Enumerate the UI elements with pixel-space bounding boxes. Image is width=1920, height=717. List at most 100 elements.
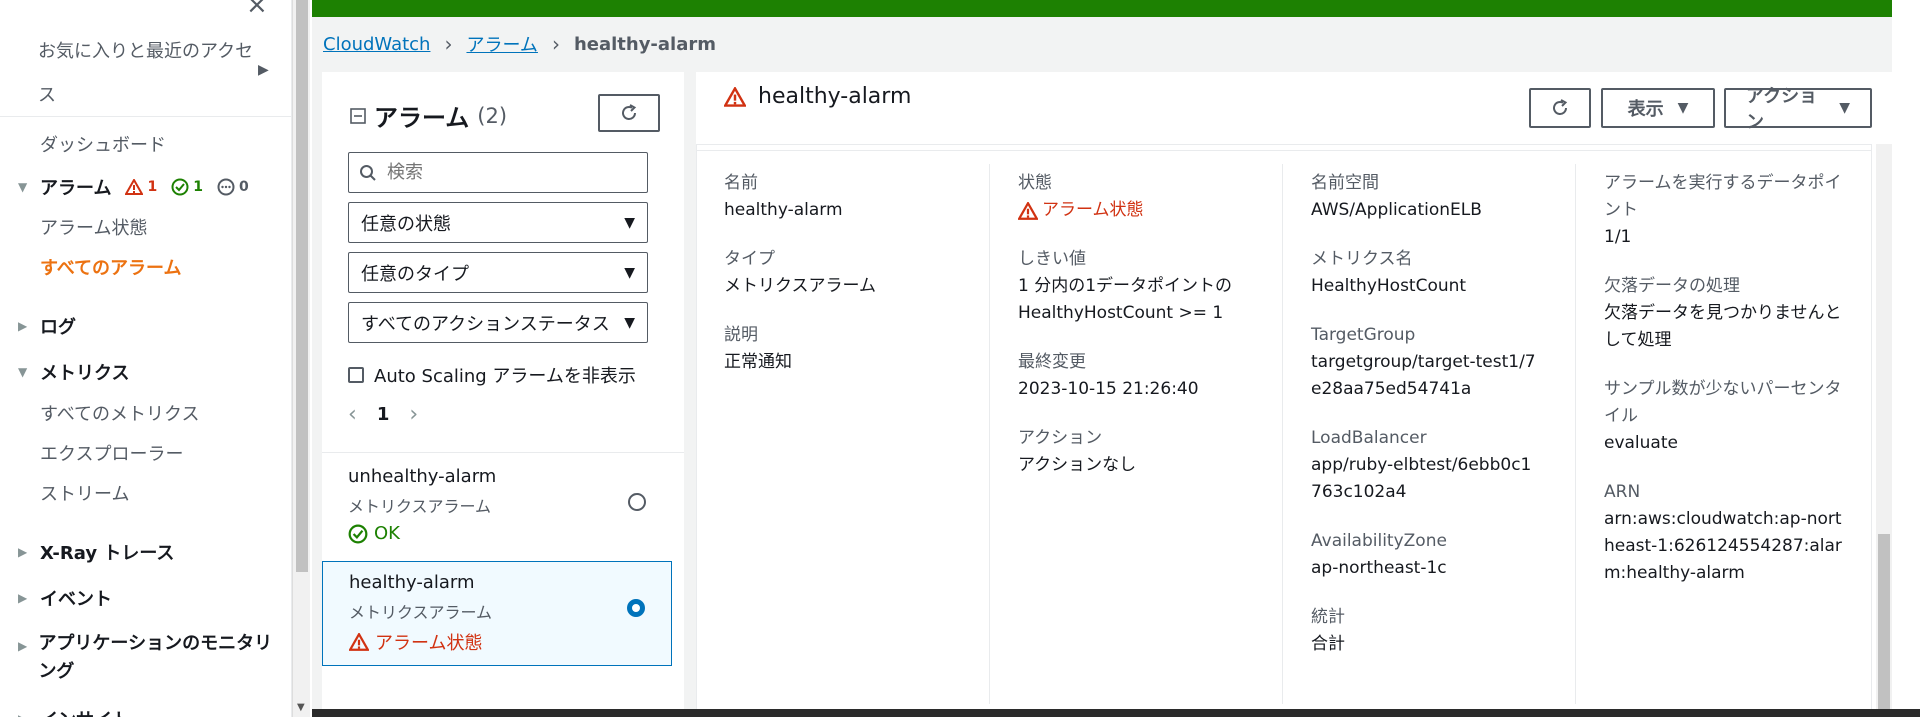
field-label: LoadBalancer bbox=[1311, 428, 1427, 448]
state-text: アラーム状態 bbox=[1042, 200, 1144, 220]
main-content: CloudWatch › アラーム › healthy-alarm アラーム (… bbox=[312, 0, 1892, 717]
type-filter-select[interactable]: 任意のタイプ ▼ bbox=[348, 252, 648, 293]
ok-count-badge: 1 bbox=[171, 178, 203, 196]
detail-title: healthy-alarm bbox=[724, 84, 911, 109]
field-state: 状態 アラーム状態 bbox=[1018, 170, 1258, 224]
page-number[interactable]: 1 bbox=[377, 404, 390, 425]
field-value: ap-northeast-1c bbox=[1311, 558, 1447, 578]
actions-button[interactable]: アクション ▼ bbox=[1724, 86, 1872, 133]
field-metric-name: メトリクス名 HealthyHostCount bbox=[1311, 246, 1541, 300]
field-value: 1/1 bbox=[1604, 227, 1632, 247]
column-divider bbox=[989, 164, 990, 704]
sidebar-item-alarms[interactable]: ▼ アラーム 1 1 0 bbox=[18, 174, 249, 200]
alarm-state: OK bbox=[348, 523, 646, 544]
caret-down-icon: ▼ bbox=[624, 214, 635, 231]
refresh-icon bbox=[1553, 99, 1568, 115]
field-value: app/ruby-elbtest/6ebb0c1763c102a4 bbox=[1311, 455, 1532, 502]
sidebar-item-all-alarms[interactable]: すべてのアラーム bbox=[40, 254, 181, 280]
detail-column-4: アラームを実行するデータポイント 1/1 欠落データの処理 欠落データを見つかり… bbox=[1604, 170, 1844, 609]
hide-autoscaling-checkbox[interactable]: Auto Scaling アラームを非表示 bbox=[348, 362, 636, 388]
field-label: しきい値 bbox=[1018, 249, 1086, 269]
sidebar-item-insights-label: インサイト bbox=[40, 706, 130, 717]
caret-right-icon: ▶ bbox=[18, 319, 28, 333]
caret-down-icon: ▼ bbox=[18, 365, 28, 379]
action-filter-select[interactable]: すべてのアクションステータス ▼ bbox=[348, 302, 648, 343]
chevron-left-icon[interactable]: ‹ bbox=[348, 402, 357, 427]
collapse-icon[interactable] bbox=[350, 107, 366, 124]
bottom-bar bbox=[312, 709, 1920, 717]
sidebar-item-insights[interactable]: ▶ インサイト bbox=[18, 706, 130, 717]
field-label: AvailabilityZone bbox=[1311, 531, 1447, 551]
caret-down-icon: ▼ bbox=[18, 180, 28, 194]
sidebar-item-app-monitoring[interactable]: ▶ アプリケーションのモニタリング bbox=[18, 630, 278, 686]
field-value: healthy-alarm bbox=[724, 200, 843, 220]
field-value: 2023-10-15 21:26:40 bbox=[1018, 379, 1199, 399]
close-icon[interactable]: × bbox=[246, 0, 268, 20]
sidebar-scrollbar[interactable]: ▼ bbox=[292, 0, 310, 717]
sidebar-item-streams[interactable]: ストリーム bbox=[40, 480, 129, 506]
alarm-state: アラーム状態 bbox=[349, 629, 645, 655]
detail-scrollbar-thumb[interactable] bbox=[1878, 534, 1890, 714]
sidebar-item-events[interactable]: ▶ イベント bbox=[18, 585, 112, 611]
radio-button-selected[interactable] bbox=[627, 599, 645, 617]
caret-down-icon: ▼ bbox=[1839, 100, 1850, 116]
sidebar-item-metrics[interactable]: ▼ メトリクス bbox=[18, 359, 129, 385]
detail-scrollbar[interactable] bbox=[1876, 144, 1892, 717]
caret-right-icon: ▶ bbox=[18, 639, 28, 653]
detail-column-1: 名前 healthy-alarm タイプ メトリクスアラーム 説明 正常通知 bbox=[724, 170, 984, 398]
radio-button[interactable] bbox=[628, 493, 646, 511]
sidebar-item-logs[interactable]: ▶ ログ bbox=[18, 313, 76, 339]
divider bbox=[696, 150, 1872, 151]
checkbox[interactable] bbox=[348, 367, 364, 383]
list-item-selected[interactable]: healthy-alarm メトリクスアラーム アラーム状態 bbox=[322, 561, 672, 666]
view-button-label: 表示 bbox=[1627, 99, 1664, 120]
scroll-down-icon[interactable]: ▼ bbox=[297, 702, 305, 713]
insufficient-count-badge: 0 bbox=[217, 178, 249, 196]
chevron-right-icon: › bbox=[551, 32, 560, 56]
sidebar-scrollbar-thumb[interactable] bbox=[296, 0, 308, 572]
field-label: アクション bbox=[1018, 428, 1103, 448]
field-label: 欠落データの処理 bbox=[1604, 276, 1740, 296]
state-filter-select[interactable]: 任意の状態 ▼ bbox=[348, 202, 648, 243]
alarm-type: メトリクスアラーム bbox=[348, 497, 492, 516]
field-value: HealthyHostCount bbox=[1311, 276, 1467, 296]
column-divider bbox=[1282, 164, 1283, 704]
sidebar-item-alarm-state[interactable]: アラーム状態 bbox=[40, 214, 147, 240]
field-label: サンプル数が少ないパーセンタイル bbox=[1604, 379, 1842, 426]
field-label: 統計 bbox=[1311, 607, 1345, 627]
field-statistic: 統計 合計 bbox=[1311, 604, 1541, 658]
breadcrumb-cloudwatch[interactable]: CloudWatch bbox=[323, 34, 430, 55]
divider bbox=[0, 116, 291, 117]
state-filter-value: 任意の状態 bbox=[361, 213, 451, 235]
sidebar-item-explorer[interactable]: エクスプローラー bbox=[40, 440, 183, 466]
alarm-state-text: アラーム状態 bbox=[375, 633, 483, 654]
field-namespace: 名前空間 AWS/ApplicationELB bbox=[1311, 170, 1541, 224]
refresh-button[interactable] bbox=[598, 94, 660, 132]
search-input[interactable] bbox=[387, 162, 627, 183]
divider bbox=[322, 452, 684, 453]
caret-down-icon: ▼ bbox=[1677, 100, 1689, 116]
sidebar-item-dashboard[interactable]: ダッシュボード bbox=[40, 131, 166, 157]
caret-right-icon[interactable]: ▶ bbox=[258, 62, 269, 78]
sidebar-item-xray-label: X-Ray トレース bbox=[40, 543, 175, 564]
sidebar-item-logs-label: ログ bbox=[40, 317, 76, 338]
caret-down-icon: ▼ bbox=[624, 314, 635, 331]
view-button[interactable]: 表示 ▼ bbox=[1601, 88, 1715, 128]
breadcrumb-alarms[interactable]: アラーム bbox=[466, 31, 537, 57]
actions-button-label: アクション bbox=[1746, 86, 1818, 133]
field-load-balancer: LoadBalancer app/ruby-elbtest/6ebb0c1763… bbox=[1311, 425, 1541, 506]
sidebar-item-xray[interactable]: ▶ X-Ray トレース bbox=[18, 539, 174, 565]
list-item[interactable]: unhealthy-alarm メトリクスアラーム OK bbox=[322, 456, 672, 561]
field-availability-zone: AvailabilityZone ap-northeast-1c bbox=[1311, 528, 1541, 582]
ellipsis-circle-icon bbox=[217, 178, 235, 196]
chevron-right-icon[interactable]: › bbox=[409, 402, 418, 427]
warning-icon bbox=[1018, 201, 1038, 220]
sidebar-item-all-metrics[interactable]: すべてのメトリクス bbox=[40, 400, 199, 426]
alarm-list-panel: アラーム (2) 任意の状態 ▼ 任意のタイプ ▼ すべてのアクションステータス… bbox=[322, 72, 684, 717]
sidebar-item-recent[interactable]: お気に入りと最近のアクセス bbox=[38, 30, 258, 118]
alarm-list-title-text: アラーム bbox=[374, 104, 470, 132]
refresh-button[interactable] bbox=[1529, 88, 1591, 128]
field-last-change: 最終変更 2023-10-15 21:26:40 bbox=[1018, 349, 1258, 403]
search-box[interactable] bbox=[348, 152, 648, 193]
insufficient-count: 0 bbox=[238, 179, 249, 195]
